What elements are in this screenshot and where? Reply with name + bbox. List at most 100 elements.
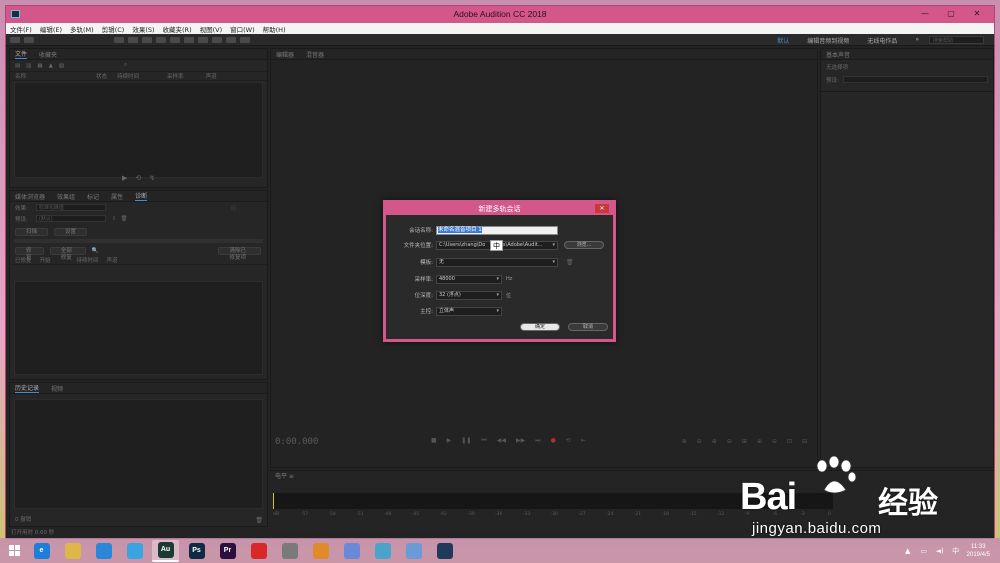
workspace-radio[interactable]: 无线电作品 (867, 36, 897, 45)
delete-template-icon[interactable]: 🗑 (566, 259, 574, 266)
fix-button[interactable]: 修复 (15, 246, 44, 261)
sample-rate-select[interactable]: 48000 ▾ (436, 274, 502, 284)
files-list[interactable] (14, 82, 263, 178)
open-file-icon[interactable]: ▥ (26, 63, 31, 69)
waveform-view-icon[interactable] (10, 36, 20, 43)
autoplay-icon[interactable]: ↯ (149, 174, 155, 182)
input-method-icon[interactable]: 中 (951, 547, 961, 555)
dialog-close-button[interactable]: ✕ (595, 204, 609, 213)
stop-icon[interactable]: ■ (431, 437, 437, 445)
new-file-icon[interactable]: ▤ (15, 63, 20, 69)
volume-icon[interactable]: ◄) (935, 547, 945, 555)
play-icon[interactable]: ▶ (122, 174, 127, 182)
spot-heal-icon[interactable] (240, 36, 250, 43)
tab-properties[interactable]: 属性 (111, 192, 123, 201)
preset-select[interactable]: (默认) (35, 215, 106, 222)
tab-video[interactable]: 视频 (51, 384, 63, 393)
taskbar-app9-button[interactable] (276, 540, 303, 562)
go-end-icon[interactable]: ⏭ (535, 437, 540, 445)
loop-playback-icon[interactable]: ⟲ (566, 437, 571, 445)
taskbar-premiere-button[interactable]: Pr (214, 540, 241, 562)
save-preset-icon[interactable]: ⇩ (112, 216, 117, 222)
network-icon[interactable]: ▭ (919, 547, 929, 555)
zoom-out-time-icon[interactable]: ⊖ (727, 438, 732, 445)
taskbar-app10-button[interactable] (307, 540, 334, 562)
tab-effect-groups[interactable]: 效果组 (57, 192, 75, 201)
delete-preset-icon[interactable]: 🗑 (120, 216, 127, 222)
col-fixed[interactable]: 已修复 (15, 256, 32, 264)
zoom-in-point-icon[interactable]: ⊕ (757, 438, 762, 445)
effect-select[interactable]: 标准化峰值 (35, 204, 106, 211)
zoom-icon[interactable]: 🔍 (92, 248, 99, 254)
zoom-in-time-icon[interactable]: ⊕ (712, 438, 717, 445)
menu-window[interactable]: 窗口(W) (230, 24, 255, 34)
forward-icon[interactable]: ▶▶ (516, 437, 525, 445)
marquee-icon[interactable] (198, 36, 208, 43)
zoom-full-icon[interactable]: ⊞ (742, 438, 747, 445)
rewind-icon[interactable]: ◀◀ (497, 437, 506, 445)
maximize-button[interactable]: ▢ (938, 7, 964, 20)
clock[interactable]: 11:33 2019/4/5 (967, 543, 990, 559)
razor-tool-icon[interactable] (156, 36, 166, 43)
zoom-out-amp-icon[interactable]: ⊖ (697, 438, 702, 445)
history-list[interactable] (14, 399, 263, 509)
lasso-icon[interactable] (212, 36, 222, 43)
menu-multitrack[interactable]: 多轨(M) (70, 24, 94, 34)
workspace-video[interactable]: 编辑音频到视频 (807, 36, 849, 45)
tab-history[interactable]: 历史记录 (15, 383, 40, 393)
workspace-default[interactable]: 默认 (777, 36, 789, 45)
close-file-icon[interactable]: ▧ (59, 63, 64, 69)
fix-all-button[interactable]: 全部修复 (49, 246, 86, 261)
col-duration[interactable]: 持续时间 (117, 72, 139, 80)
taskbar-explorer-button[interactable] (59, 540, 86, 562)
tab-diagnostics[interactable]: 诊断 (135, 191, 148, 201)
master-select[interactable]: 立体声 ▾ (436, 306, 502, 316)
cancel-button[interactable]: 取消 (568, 323, 608, 331)
tab-levels[interactable]: 电平 ≡ (275, 471, 294, 480)
start-button[interactable] (0, 538, 28, 563)
menu-edit[interactable]: 编辑(E) (40, 24, 62, 34)
scan-button[interactable]: 扫描 (15, 227, 49, 236)
tray-expand-icon[interactable]: ▲ (903, 547, 913, 555)
tab-favorites[interactable]: 收藏夹 (39, 50, 57, 59)
menu-clip[interactable]: 剪辑(C) (102, 24, 125, 34)
tab-editor[interactable]: 编辑器 (276, 50, 294, 59)
menu-help[interactable]: 帮助(H) (263, 24, 286, 34)
taskbar-netease-button[interactable] (245, 540, 272, 562)
spectral-icon[interactable] (114, 36, 124, 43)
col-name[interactable]: 名称 (15, 72, 26, 80)
col-diag-duration[interactable]: 持续时间 (77, 256, 99, 264)
taskbar-app12-button[interactable] (369, 540, 396, 562)
workspace-more[interactable]: » (915, 36, 919, 45)
col-diag-channels[interactable]: 声道 (107, 256, 118, 264)
taskbar-cloud-button[interactable] (121, 540, 148, 562)
zoom-selection-icon[interactable]: ⊡ (787, 438, 792, 445)
slip-tool-icon[interactable] (170, 36, 180, 43)
zoom-out-point-icon[interactable]: ⊖ (772, 438, 777, 445)
loop-icon[interactable]: ⟲ (135, 174, 141, 182)
rp-preset-select[interactable] (842, 76, 988, 83)
pause-icon[interactable]: ❚❚ (461, 437, 471, 445)
go-start-icon[interactable]: ⏮ (481, 437, 486, 445)
col-start[interactable]: 开始 (40, 256, 51, 264)
col-status[interactable]: 状态 (96, 72, 107, 80)
zoom-track-icon[interactable]: ⊟ (802, 438, 807, 445)
taskbar-photoshop-button[interactable]: Ps (183, 540, 210, 562)
close-button[interactable]: ✕ (964, 7, 990, 20)
menu-effects[interactable]: 效果(S) (132, 24, 154, 34)
tab-media-browser[interactable]: 媒体浏览器 (15, 192, 45, 201)
history-delete-icon[interactable]: 🗑 (255, 517, 263, 524)
taskbar-audition-button[interactable]: Au (152, 539, 179, 562)
template-select[interactable]: 无 ▾ (436, 257, 558, 267)
bit-depth-select[interactable]: 32 (浮点) ▾ (436, 290, 502, 300)
menu-file[interactable]: 文件(F) (10, 24, 32, 34)
skip-icon[interactable]: ⇤ (581, 437, 586, 445)
taskbar-app13-button[interactable] (400, 540, 427, 562)
import-icon[interactable]: ▦ (37, 63, 42, 69)
minimize-button[interactable]: — (912, 7, 938, 20)
ok-button[interactable]: 确定 (520, 323, 560, 331)
record-icon[interactable]: ● (551, 437, 556, 445)
browse-button[interactable]: 浏览... (564, 241, 604, 249)
taskbar-ie-button[interactable]: e (28, 540, 55, 562)
help-search-input[interactable]: 搜索帮助 (929, 36, 984, 44)
